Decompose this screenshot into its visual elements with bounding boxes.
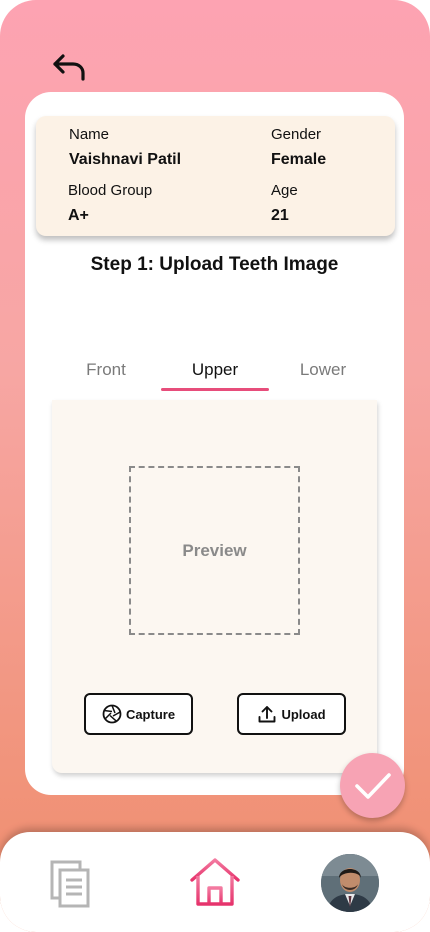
nav-profile[interactable] [321,854,379,912]
nav-documents[interactable] [44,856,96,912]
capture-label: Capture [125,706,176,722]
tab-upper[interactable]: Upper [161,360,269,390]
capture-button[interactable]: Capture [84,693,193,735]
preview-label: Preview [182,540,247,560]
checkmark-icon [354,772,391,799]
blood-group-label: Blood Group [68,182,153,199]
tab-front[interactable]: Front [52,360,160,390]
profile-avatar [321,854,379,912]
age-value: 21 [271,207,289,224]
image-preview: Preview [129,466,300,635]
upload-label: Upload [281,706,326,722]
blood-group-field: Blood Group A+ [68,182,152,226]
gender-field: Gender Female [271,126,326,170]
home-icon [190,858,240,906]
upload-panel: Preview Capture Upload [52,400,377,773]
upload-button[interactable]: Upload [237,693,346,735]
patient-info-card: Name Vaishnavi Patil Gender Female Blood… [36,116,395,236]
gender-value: Female [271,151,327,168]
name-field: Name Vaishnavi Patil [69,126,181,170]
documents-icon [50,860,90,908]
gender-label: Gender [271,126,322,143]
blood-group-value: A+ [68,207,89,224]
tab-lower[interactable]: Lower [269,360,377,390]
name-value: Vaishnavi Patil [69,151,182,168]
name-label: Name [69,126,110,143]
bottom-nav [0,832,430,932]
view-tabs: Front Upper Lower [52,360,377,394]
age-label: Age [271,182,298,199]
back-button[interactable] [48,48,90,86]
age-field: Age 21 [271,182,298,226]
camera-shutter-icon [102,704,122,724]
undo-arrow-icon [53,54,85,81]
active-tab-indicator [161,388,269,391]
step-title: Step 1: Upload Teeth Image [90,254,339,275]
upload-icon [259,706,276,723]
app-screen: Name Vaishnavi Patil Gender Female Blood… [0,0,430,932]
nav-home[interactable] [186,854,244,910]
confirm-button[interactable] [340,753,405,818]
